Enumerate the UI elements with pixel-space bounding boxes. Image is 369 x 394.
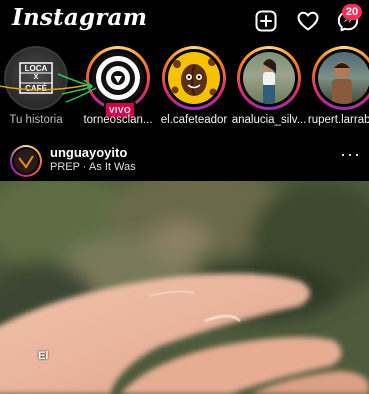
story-ring — [237, 46, 301, 110]
post-author-avatar[interactable] — [10, 145, 42, 177]
post-username[interactable]: unguayoyito — [50, 145, 127, 160]
heart-icon[interactable] — [296, 9, 320, 33]
post-image[interactable] — [0, 181, 369, 394]
top-bar: Instagram 20 — [0, 0, 369, 42]
story-analucia[interactable]: analucia_silv... — [232, 44, 306, 134]
new-post-icon[interactable] — [254, 9, 278, 33]
story-rupert[interactable]: rupert.larrab... — [308, 44, 369, 134]
post-overlay-text: El — [38, 350, 49, 362]
more-options-icon[interactable]: ··· — [340, 144, 361, 165]
story-label: analucia_silv... — [231, 114, 307, 126]
messages-badge: 20 — [342, 4, 362, 20]
story-avatar-cafeteador — [168, 52, 220, 104]
post-audio-label[interactable]: PREP · As It Was — [50, 161, 136, 173]
story-label: rupert.larrab... — [307, 114, 369, 126]
coffee-bean-mascot-icon — [171, 58, 217, 96]
post-header: unguayoyito PREP · As It Was ··· — [0, 140, 369, 180]
instagram-logo[interactable]: Instagram — [12, 4, 147, 31]
story-ring — [312, 46, 369, 110]
annotation-arrow — [0, 73, 97, 103]
story-avatar-analucia — [243, 52, 295, 104]
hand-photo — [0, 181, 369, 394]
story-label: el.cafeteador — [160, 114, 228, 126]
story-el-cafeteador[interactable]: el.cafeteador — [158, 44, 230, 134]
person-photo — [332, 62, 352, 104]
story-avatar-rupert — [318, 52, 369, 104]
author-avatar-image — [14, 149, 38, 173]
story-ring — [162, 46, 226, 110]
person-photo — [263, 59, 276, 104]
